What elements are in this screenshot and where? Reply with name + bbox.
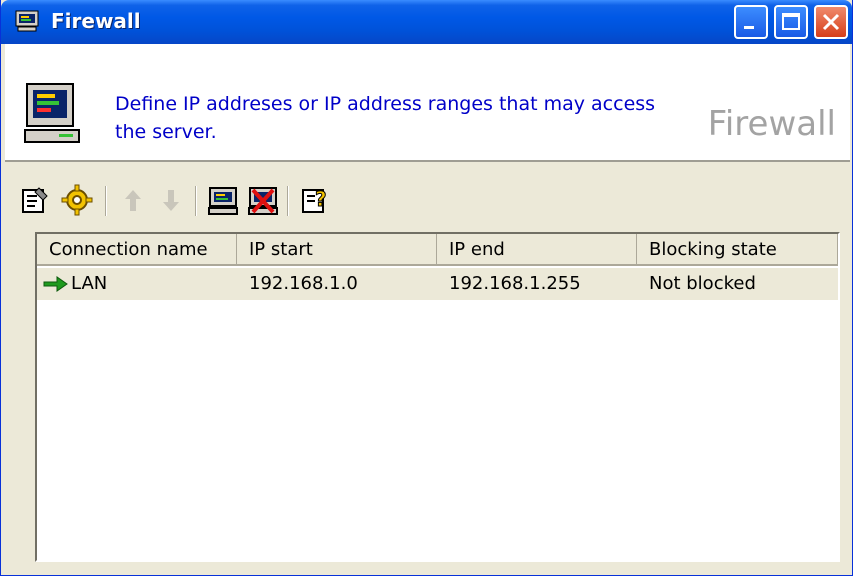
column-header-connection-name[interactable]: Connection name bbox=[37, 234, 237, 266]
green-arrow-icon bbox=[43, 276, 68, 292]
settings-gear-icon bbox=[61, 184, 93, 216]
move-up-icon bbox=[125, 190, 141, 211]
title-bar[interactable]: Firewall bbox=[1, 0, 852, 44]
cell-ip-start: 192.168.1.0 bbox=[249, 273, 358, 294]
cell-blocking-state: Not blocked bbox=[649, 273, 756, 294]
firewall-window: Firewall Define IP addreses or IP addres… bbox=[0, 0, 853, 576]
help-icon: ? bbox=[302, 187, 327, 213]
add-connection-icon bbox=[208, 187, 238, 215]
close-icon bbox=[822, 13, 840, 31]
properties-icon bbox=[22, 187, 48, 213]
cell-connection-name: LAN bbox=[71, 273, 108, 294]
column-header-ip-end[interactable]: IP end bbox=[437, 234, 637, 266]
header-panel: Define IP addreses or IP address ranges … bbox=[5, 44, 850, 162]
toolbar-separator bbox=[287, 186, 289, 216]
settings-button[interactable] bbox=[61, 184, 93, 216]
list-header: Connection name IP start IP end Blocking… bbox=[37, 234, 838, 266]
maximize-button[interactable] bbox=[774, 5, 808, 39]
table-row[interactable]: LAN 192.168.1.0 192.168.1.255 Not blocke… bbox=[37, 268, 838, 300]
header-title: Firewall bbox=[707, 104, 836, 144]
toolbar-separator bbox=[195, 186, 197, 216]
column-header-ip-start[interactable]: IP start bbox=[237, 234, 437, 266]
delete-connection-button[interactable] bbox=[247, 184, 279, 216]
move-down-button[interactable] bbox=[155, 184, 187, 216]
column-header-blocking-state[interactable]: Blocking state bbox=[637, 234, 838, 266]
minimize-icon bbox=[744, 26, 754, 29]
maximize-icon bbox=[782, 13, 800, 30]
add-connection-button[interactable] bbox=[207, 184, 239, 216]
move-up-button[interactable] bbox=[117, 184, 149, 216]
connection-list[interactable]: Connection name IP start IP end Blocking… bbox=[35, 232, 840, 562]
move-down-icon bbox=[163, 190, 179, 211]
computer-icon bbox=[15, 10, 39, 32]
minimize-button[interactable] bbox=[734, 5, 768, 39]
properties-button[interactable] bbox=[19, 184, 51, 216]
delete-connection-icon bbox=[248, 187, 278, 215]
svg-text:?: ? bbox=[315, 187, 327, 211]
window-title: Firewall bbox=[51, 9, 141, 33]
header-description: Define IP addreses or IP address ranges … bbox=[115, 93, 656, 143]
toolbar-separator bbox=[105, 186, 107, 216]
close-button[interactable] bbox=[814, 5, 848, 39]
help-button[interactable]: ? bbox=[299, 184, 331, 216]
cell-ip-end: 192.168.1.255 bbox=[449, 273, 581, 294]
computer-firewall-icon bbox=[24, 83, 80, 143]
